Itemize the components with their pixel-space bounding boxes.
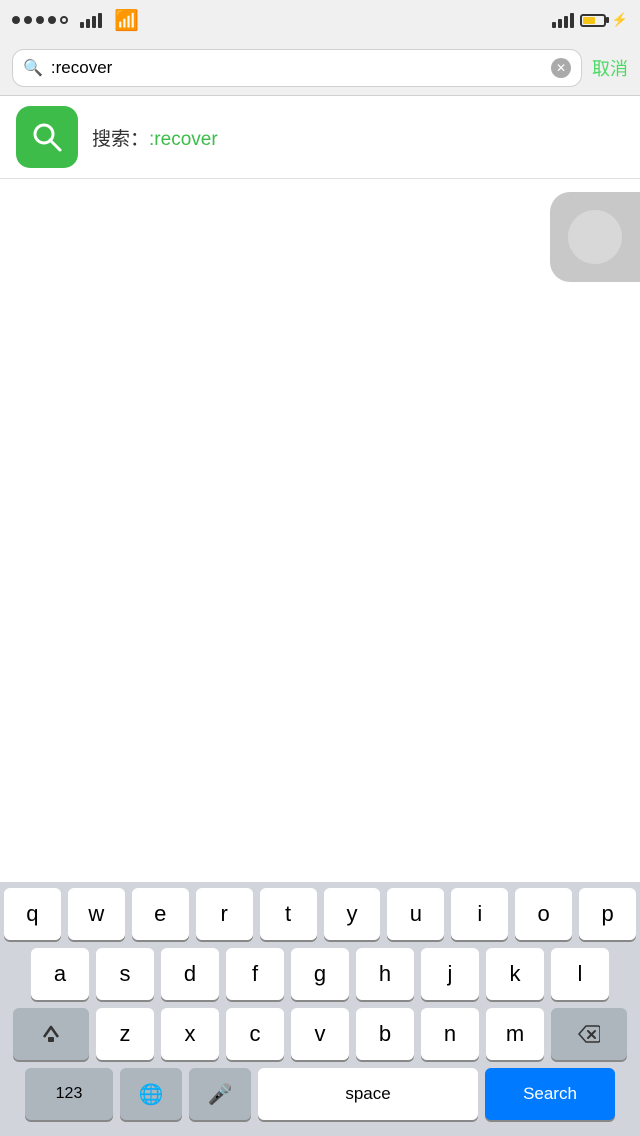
key-k[interactable]: k: [486, 948, 544, 1000]
key-i[interactable]: i: [451, 888, 508, 940]
suggestion-prefix: 搜索：: [92, 129, 149, 150]
key-z[interactable]: z: [96, 1008, 154, 1060]
suggestion-row[interactable]: 搜索：:recover: [0, 96, 640, 179]
rbar2: [558, 19, 562, 28]
bar2: [86, 19, 90, 28]
status-right: ⚡: [552, 12, 628, 28]
search-icon: 🔍: [23, 58, 43, 78]
key-q[interactable]: q: [4, 888, 61, 940]
search-key[interactable]: Search: [485, 1068, 615, 1120]
num-key[interactable]: 123: [25, 1068, 113, 1120]
search-input[interactable]: [51, 58, 543, 78]
wifi-icon: 📶: [114, 8, 139, 33]
signal-bars-right: [552, 13, 574, 28]
keyboard-row-3: z x c v b n m: [0, 1002, 640, 1062]
rbar4: [570, 13, 574, 28]
key-t[interactable]: t: [260, 888, 317, 940]
key-s[interactable]: s: [96, 948, 154, 1000]
dot2: [24, 16, 32, 24]
camera-button[interactable]: [550, 192, 640, 282]
dot5: [60, 16, 68, 24]
status-bar: 📶 ⚡: [0, 0, 640, 40]
battery-fill: [583, 17, 595, 24]
cancel-button[interactable]: 取消: [592, 55, 628, 81]
clear-button[interactable]: ✕: [551, 58, 571, 78]
key-d[interactable]: d: [161, 948, 219, 1000]
key-y[interactable]: y: [324, 888, 381, 940]
key-c[interactable]: c: [226, 1008, 284, 1060]
search-input-wrapper[interactable]: 🔍 ✕: [12, 49, 582, 87]
keyboard-row-1: q w e r t y u i o p: [0, 882, 640, 942]
dot3: [36, 16, 44, 24]
key-w[interactable]: w: [68, 888, 125, 940]
search-box-icon: [30, 120, 64, 154]
key-r[interactable]: r: [196, 888, 253, 940]
keyboard: q w e r t y u i o p a s d f g h j k l z …: [0, 882, 640, 1136]
key-l[interactable]: l: [551, 948, 609, 1000]
key-a[interactable]: a: [31, 948, 89, 1000]
bar3: [92, 16, 96, 28]
key-j[interactable]: j: [421, 948, 479, 1000]
key-f[interactable]: f: [226, 948, 284, 1000]
dot4: [48, 16, 56, 24]
key-p[interactable]: p: [579, 888, 636, 940]
charging-icon: ⚡: [612, 12, 628, 28]
delete-key[interactable]: [551, 1008, 627, 1060]
rbar3: [564, 16, 568, 28]
carrier-bars: [80, 13, 102, 28]
key-u[interactable]: u: [387, 888, 444, 940]
keyboard-row-2: a s d f g h j k l: [0, 942, 640, 1002]
dot1: [12, 16, 20, 24]
bar1: [80, 22, 84, 28]
rbar1: [552, 22, 556, 28]
key-m[interactable]: m: [486, 1008, 544, 1060]
space-key[interactable]: space: [258, 1068, 478, 1120]
key-o[interactable]: o: [515, 888, 572, 940]
keyboard-bottom-row: 123 🌐 🎤 space Search: [0, 1062, 640, 1136]
search-icon-box: [16, 106, 78, 168]
mic-key[interactable]: 🎤: [189, 1068, 251, 1120]
camera-icon: [568, 210, 622, 264]
key-n[interactable]: n: [421, 1008, 479, 1060]
key-h[interactable]: h: [356, 948, 414, 1000]
shift-key[interactable]: [13, 1008, 89, 1060]
bar4: [98, 13, 102, 28]
search-bar: 🔍 ✕ 取消: [0, 40, 640, 96]
battery-indicator: [580, 14, 606, 27]
key-g[interactable]: g: [291, 948, 349, 1000]
key-x[interactable]: x: [161, 1008, 219, 1060]
suggestion-text: 搜索：:recover: [92, 124, 218, 151]
suggestion-keyword: :recover: [149, 129, 218, 150]
key-v[interactable]: v: [291, 1008, 349, 1060]
key-e[interactable]: e: [132, 888, 189, 940]
key-b[interactable]: b: [356, 1008, 414, 1060]
globe-key[interactable]: 🌐: [120, 1068, 182, 1120]
signal-dots: [12, 16, 68, 24]
content-area: 搜索：:recover: [0, 96, 640, 348]
status-left: 📶: [12, 8, 139, 33]
